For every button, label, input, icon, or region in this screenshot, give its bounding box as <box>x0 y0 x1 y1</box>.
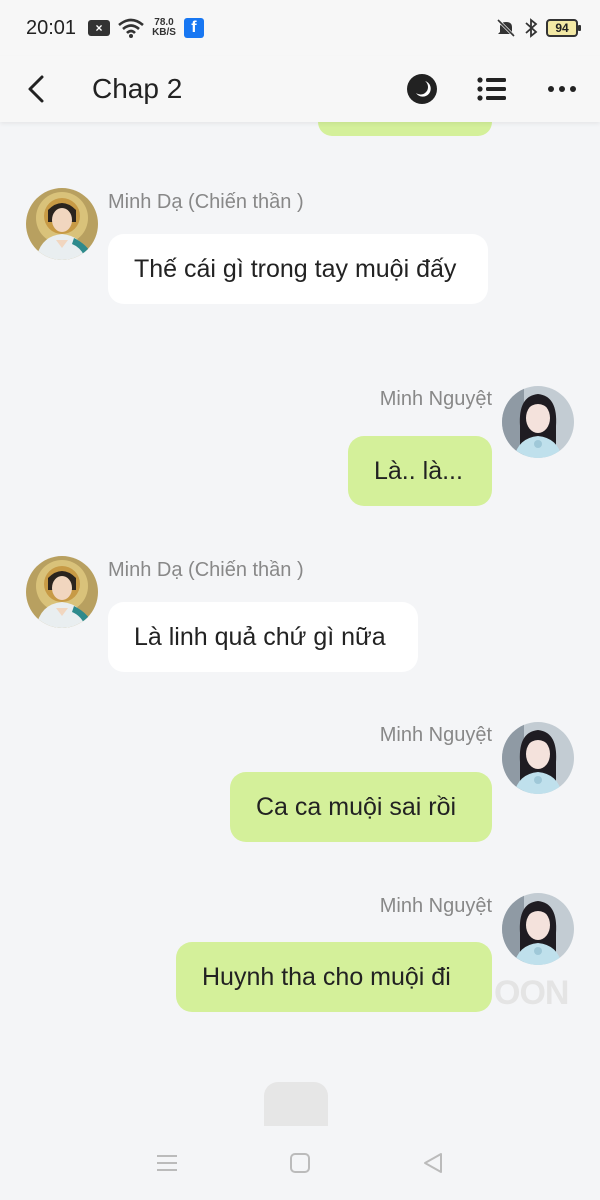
header-bar: Chap 2 <box>0 56 600 122</box>
sender-name: Minh Dạ (Chiến thần ) <box>108 191 304 213</box>
more-button[interactable] <box>538 65 586 113</box>
notification-x-icon: × <box>88 20 111 36</box>
avatar-minh-nguyet[interactable] <box>502 893 574 965</box>
message-bubble[interactable]: Thế cái gì trong tay muội đấy <box>108 234 488 304</box>
page-title: Chap 2 <box>92 73 183 104</box>
chat-area[interactable]: Minh Dạ (Chiến thần ) Thế cái gì trong t… <box>0 122 600 1122</box>
status-bar: 20:01 × 78.0 KB/S f 94 <box>0 0 600 56</box>
back-triangle-icon <box>424 1153 443 1173</box>
nav-back-button[interactable] <box>403 1133 463 1193</box>
facebook-icon: f <box>183 18 204 38</box>
avatar-minh-da[interactable] <box>26 188 98 260</box>
status-time: 20:01 <box>26 16 77 39</box>
more-icon <box>548 86 576 92</box>
system-nav-bar <box>0 1126 600 1200</box>
chapter-list-button[interactable] <box>468 65 516 113</box>
home-icon <box>289 1153 310 1173</box>
wifi-icon <box>118 18 144 38</box>
battery-level: 94 <box>555 21 569 35</box>
battery-icon: 94 <box>546 19 581 37</box>
back-button[interactable] <box>8 61 64 117</box>
mute-icon <box>496 18 516 38</box>
net-speed-unit: KB/S <box>152 27 176 38</box>
message-bubble[interactable]: Huynh tha cho muội đi <box>176 942 492 1012</box>
previous-message-bubble <box>318 122 492 136</box>
watermark: OON <box>494 974 569 1012</box>
floating-tab[interactable] <box>264 1082 328 1126</box>
list-icon <box>477 77 506 101</box>
message-bubble[interactable]: Ca ca muội sai rồi <box>230 772 492 842</box>
avatar-minh-nguyet[interactable] <box>502 386 574 458</box>
message-bubble[interactable]: Là.. là... <box>348 436 492 506</box>
back-icon <box>28 75 44 103</box>
sender-name: Minh Nguyệt <box>379 724 492 746</box>
sender-name: Minh Nguyệt <box>379 895 492 917</box>
net-speed: 78.0 KB/S <box>152 18 176 38</box>
bluetooth-icon <box>524 18 538 38</box>
avatar-minh-da[interactable] <box>26 556 98 628</box>
sender-name: Minh Dạ (Chiến thần ) <box>108 559 304 581</box>
nav-home-button[interactable] <box>270 1133 330 1193</box>
sender-name: Minh Nguyệt <box>379 388 492 410</box>
night-mode-button[interactable] <box>398 65 446 113</box>
message-bubble[interactable]: Là linh quả chứ gì nữa <box>108 602 418 672</box>
nav-menu-button[interactable] <box>137 1133 197 1193</box>
night-mode-icon <box>407 74 437 104</box>
menu-icon <box>156 1155 177 1171</box>
avatar-minh-nguyet[interactable] <box>502 722 574 794</box>
